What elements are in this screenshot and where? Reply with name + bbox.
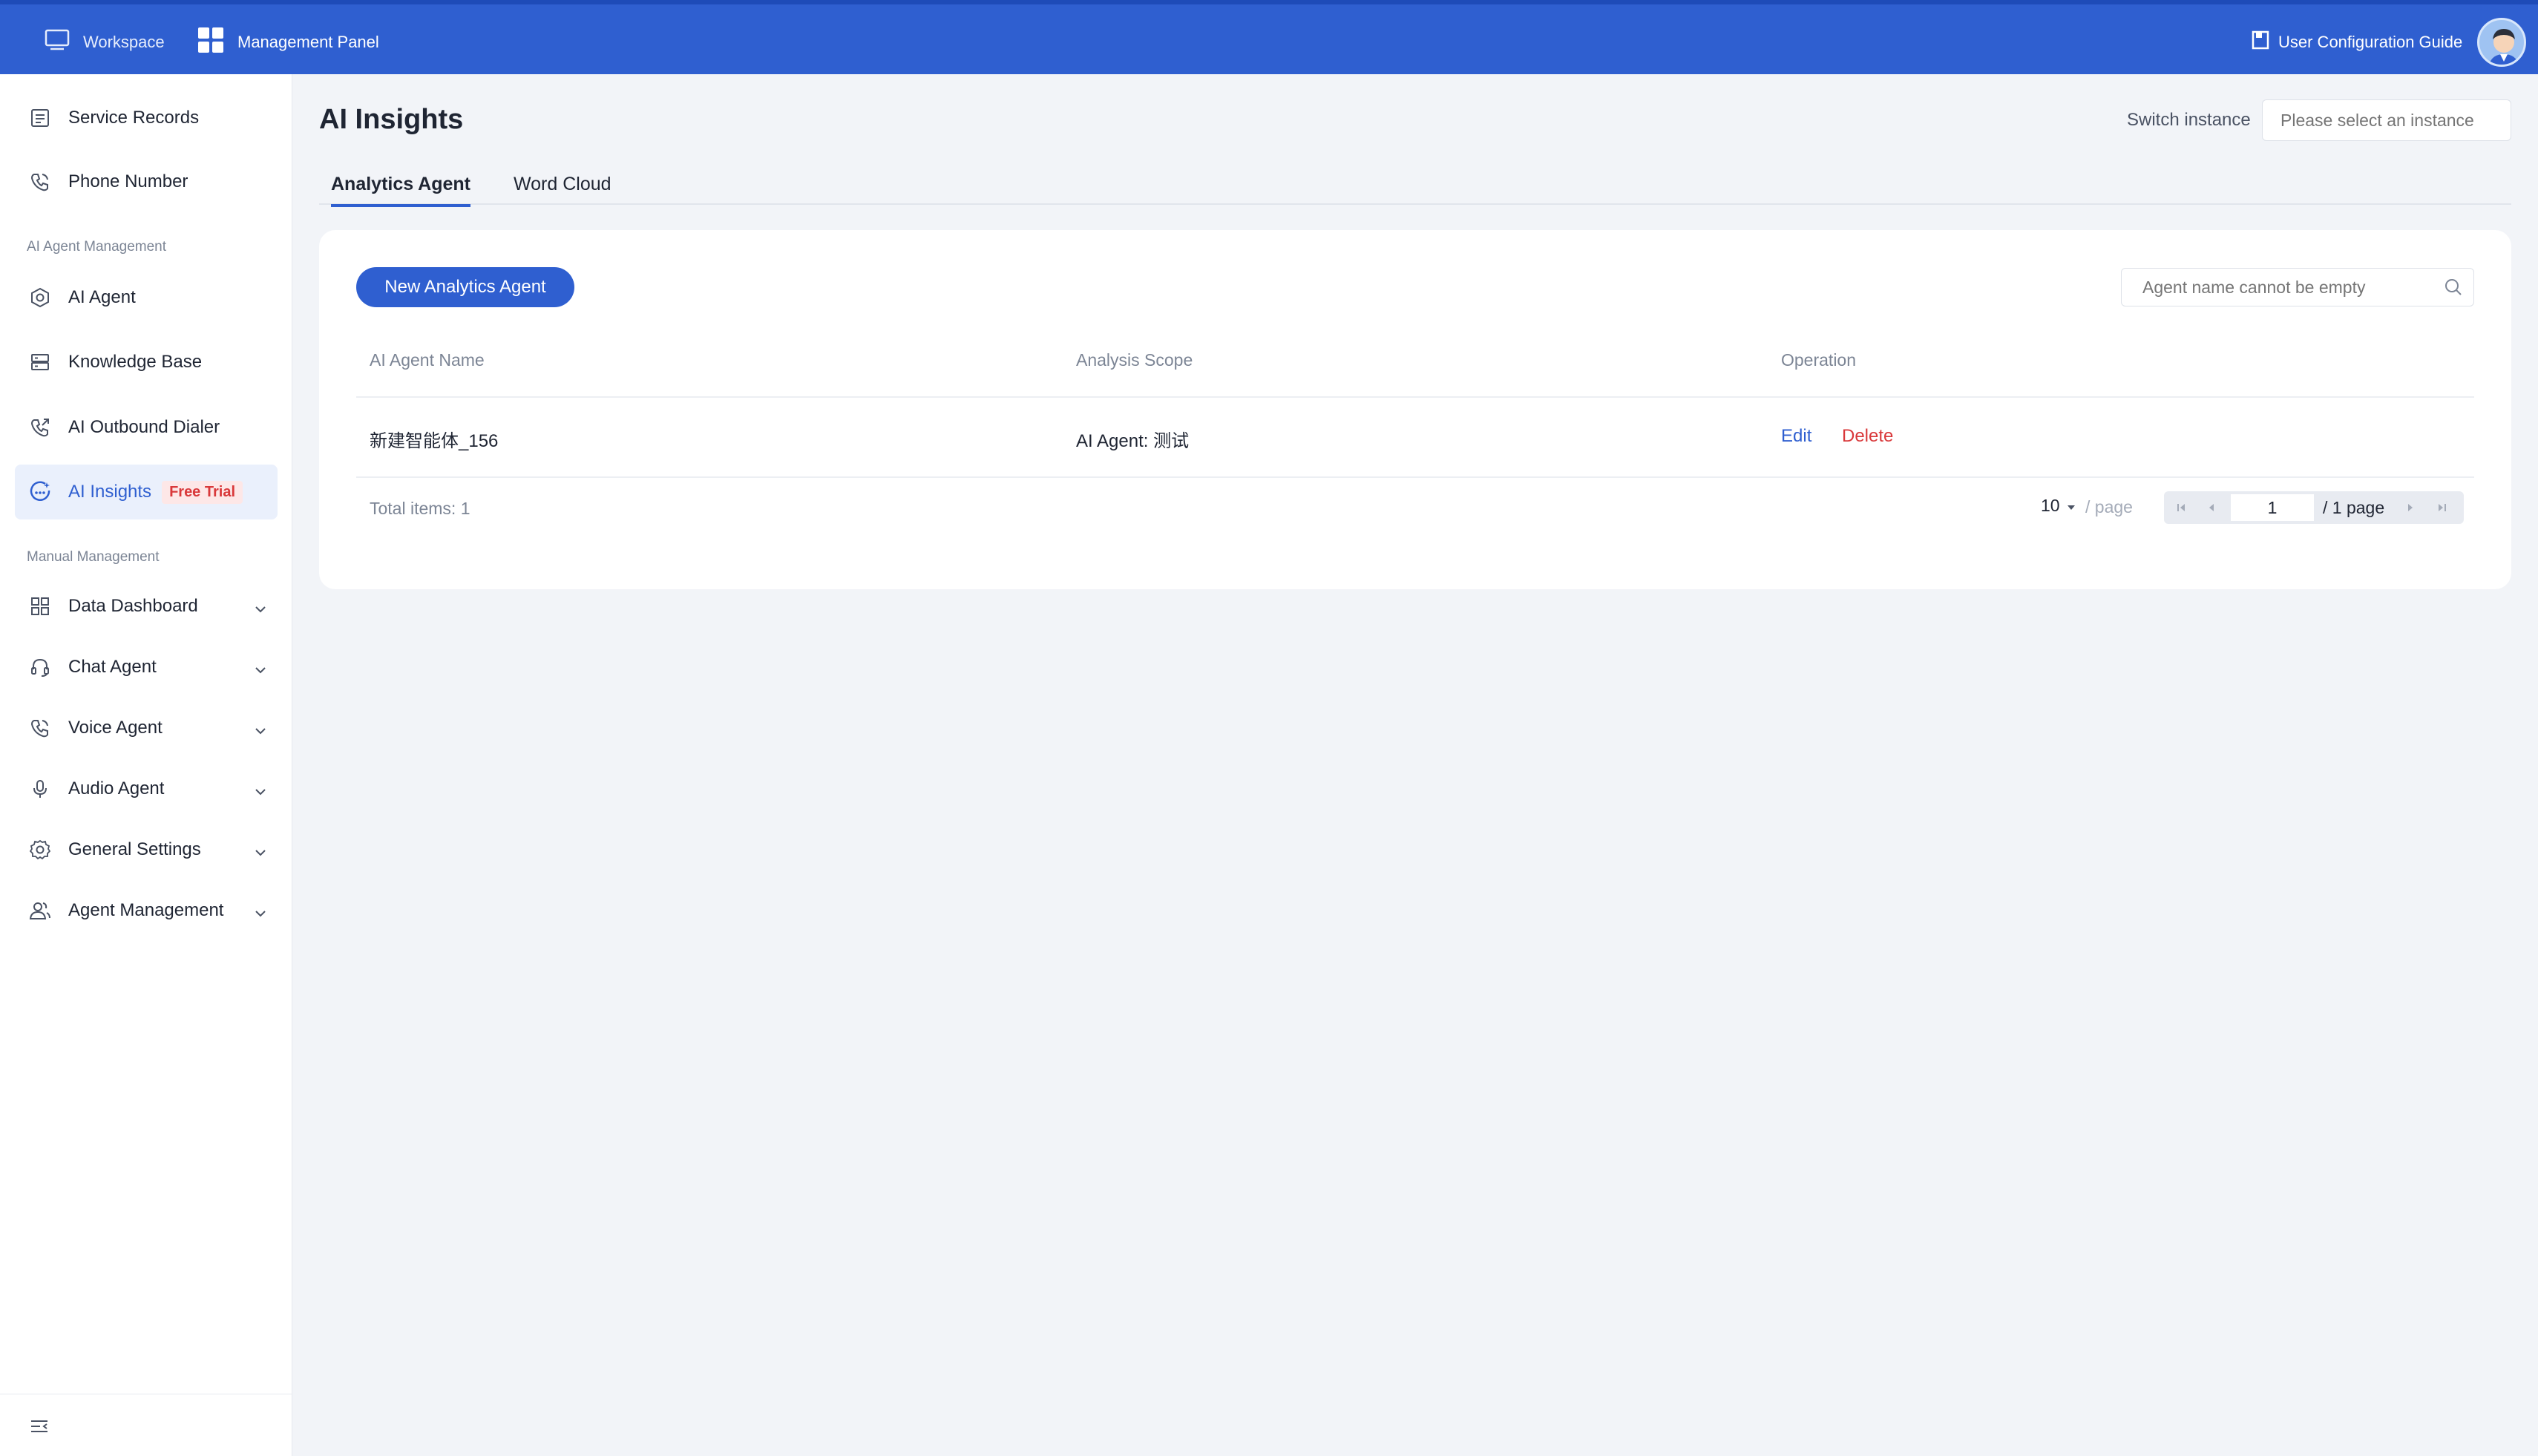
chevron-down-icon xyxy=(254,659,267,680)
free-trial-badge: Free Trial xyxy=(162,480,243,504)
per-page-label: / page xyxy=(2085,497,2133,517)
tab-word-cloud[interactable]: Word Cloud xyxy=(514,174,611,204)
table-row-divider xyxy=(356,476,2474,478)
sidebar-item-label: Audio Agent xyxy=(68,778,165,798)
table-header-divider xyxy=(356,396,2474,398)
column-header-operation: Operation xyxy=(1781,350,1857,370)
sidebar-item-label: General Settings xyxy=(68,839,201,859)
phone-icon xyxy=(28,170,52,194)
table-cell-scope: AI Agent: 测试 xyxy=(1076,431,1190,451)
edit-link-label[interactable]: Edit xyxy=(1781,426,1811,446)
database-icon xyxy=(28,350,52,374)
chevron-down-icon xyxy=(254,781,267,801)
section-label-ai: AI Agent Management xyxy=(27,239,167,255)
sidebar: Service Records Phone Number AI Agent Ma… xyxy=(0,74,292,1456)
document-icon xyxy=(28,106,52,130)
hexagon-gear-icon xyxy=(28,286,52,309)
sidebar-item-label: Voice Agent xyxy=(68,718,163,738)
sidebar-item-label: AI Insights xyxy=(68,482,152,502)
monitor-icon xyxy=(45,29,70,56)
chevron-down-icon xyxy=(254,842,267,862)
sidebar-footer xyxy=(0,1394,292,1456)
management-panel-link[interactable]: Management Panel xyxy=(197,27,379,58)
sidebar-item-label: Chat Agent xyxy=(68,657,157,677)
sidebar-item-phone-number[interactable]: Phone Number xyxy=(15,154,278,209)
search-icon[interactable] xyxy=(2444,278,2463,301)
sidebar-item-agent-management[interactable]: Agent Management xyxy=(15,883,278,938)
config-guide-link[interactable]: User Configuration Guide xyxy=(2252,30,2462,55)
edit-link[interactable]: Edit xyxy=(1781,426,1811,447)
phone-icon xyxy=(28,716,52,740)
new-analytics-agent-button[interactable]: New Analytics Agent xyxy=(356,267,574,307)
last-page-icon[interactable] xyxy=(2433,499,2450,517)
first-page-icon[interactable] xyxy=(2173,499,2191,517)
sidebar-item-ai-agent[interactable]: AI Agent xyxy=(15,270,278,325)
management-panel-label: Management Panel xyxy=(237,33,379,51)
delete-link[interactable]: Delete xyxy=(1842,426,1893,447)
sidebar-item-audio-agent[interactable]: Audio Agent xyxy=(15,761,278,816)
total-items: Total items: 1 xyxy=(370,499,470,518)
users-icon xyxy=(28,899,52,922)
sidebar-item-chat-agent[interactable]: Chat Agent xyxy=(15,640,278,695)
phone-outgoing-icon xyxy=(28,416,52,439)
table-cell-name: 新建智能体_156 xyxy=(370,431,499,451)
gear-icon xyxy=(28,838,52,862)
workspace-label: Workspace xyxy=(83,33,165,51)
avatar[interactable] xyxy=(2477,18,2526,67)
sidebar-item-service-records[interactable]: Service Records xyxy=(15,91,278,145)
next-page-icon[interactable] xyxy=(2401,499,2419,517)
current-page-input[interactable] xyxy=(2231,494,2314,521)
sidebar-item-knowledge-base[interactable]: Knowledge Base xyxy=(15,335,278,390)
sidebar-item-label: Data Dashboard xyxy=(68,596,198,616)
chevron-down-icon xyxy=(254,902,267,923)
switch-instance-label: Switch instance xyxy=(2127,110,2251,130)
sidebar-item-voice-agent[interactable]: Voice Agent xyxy=(15,701,278,755)
sidebar-item-outbound-dialer[interactable]: AI Outbound Dialer xyxy=(15,400,278,455)
agents-card: New Analytics Agent AI Agent Name Analys… xyxy=(319,230,2511,589)
sidebar-item-label: AI Outbound Dialer xyxy=(68,417,220,437)
sidebar-item-label: Service Records xyxy=(68,108,200,128)
section-label-manual: Manual Management xyxy=(27,549,160,565)
sidebar-item-label: AI Agent xyxy=(68,287,136,307)
sidebar-item-label: Knowledge Base xyxy=(68,352,203,372)
top-bar: Workspace Management Panel User Configur… xyxy=(0,0,2538,74)
chevron-down-icon xyxy=(254,598,267,619)
tab-bar: Analytics Agent Word Cloud xyxy=(319,168,2511,207)
sidebar-item-label: Phone Number xyxy=(68,171,188,191)
headset-icon xyxy=(28,655,52,679)
instance-select[interactable] xyxy=(2262,99,2511,141)
chevron-down-icon xyxy=(254,720,267,741)
pagination: / 1 page xyxy=(2164,491,2464,524)
prev-page-icon[interactable] xyxy=(2203,499,2220,517)
sidebar-item-data-dashboard[interactable]: Data Dashboard xyxy=(15,579,278,634)
delete-link-label[interactable]: Delete xyxy=(1842,426,1893,446)
page-title: AI Insights xyxy=(319,104,464,135)
sidebar-item-ai-insights[interactable]: AI Insights Free Trial xyxy=(15,465,278,519)
config-guide-label: User Configuration Guide xyxy=(2278,33,2463,51)
search-box xyxy=(2121,268,2474,306)
book-icon xyxy=(2252,30,2269,54)
sidebar-item-label: Agent Management xyxy=(68,900,224,920)
total-pages-label: / 1 page xyxy=(2323,498,2385,517)
page-size-select[interactable]: 10 xyxy=(2041,496,2076,516)
page-size-value: 10 xyxy=(2041,496,2060,515)
tab-analytics-agent[interactable]: Analytics Agent xyxy=(331,174,471,207)
search-input[interactable] xyxy=(2142,269,2432,306)
sidebar-item-general-settings[interactable]: General Settings xyxy=(15,822,278,877)
collapse-menu-icon[interactable] xyxy=(30,1418,49,1438)
column-header-name: AI Agent Name xyxy=(370,350,485,370)
insights-icon xyxy=(28,480,52,504)
workspace-link[interactable]: Workspace xyxy=(45,29,165,56)
microphone-icon xyxy=(28,777,52,801)
caret-down-icon xyxy=(2066,496,2076,516)
grid-icon xyxy=(197,27,224,58)
dashboard-icon xyxy=(28,594,52,618)
column-header-scope: Analysis Scope xyxy=(1076,350,1193,370)
